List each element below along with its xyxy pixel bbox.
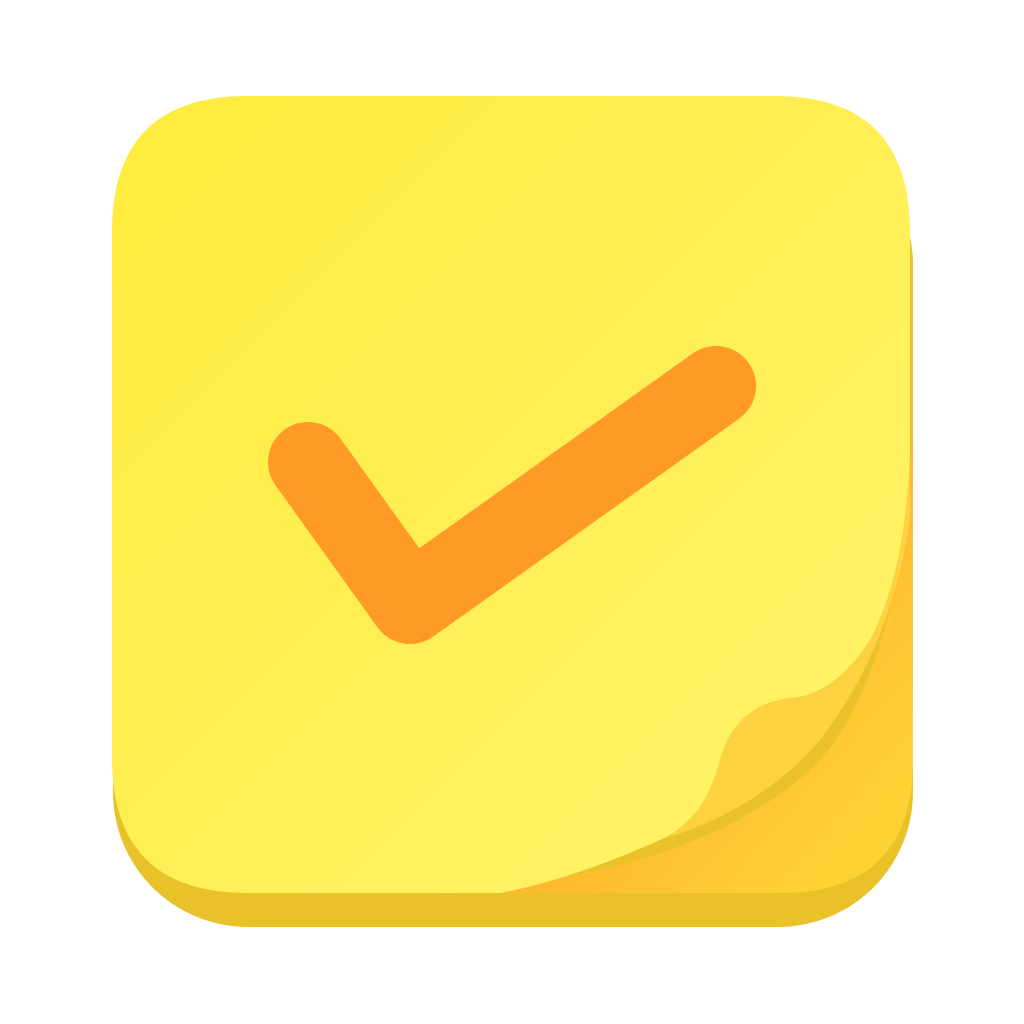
app-icon-canvas xyxy=(0,0,1024,1024)
sticky-note-app-icon xyxy=(112,96,913,927)
